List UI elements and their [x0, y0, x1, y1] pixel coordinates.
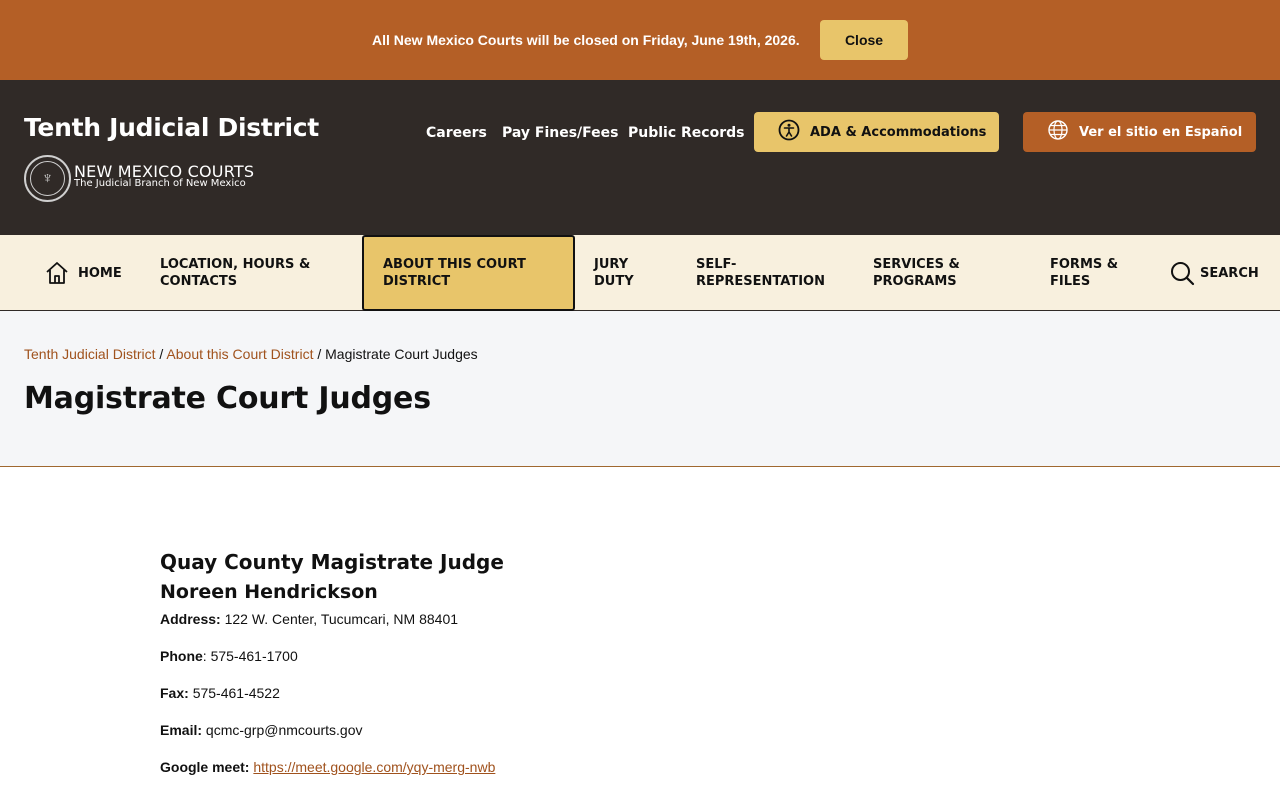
court-seal-logo[interactable]: ♆ — [24, 155, 71, 202]
nav-self-representation[interactable]: SELF-REPRESENTATION — [696, 235, 836, 311]
nav-search-label: SEARCH — [1200, 265, 1259, 281]
google-meet-label: Google meet: — [160, 759, 250, 775]
address-value: 122 W. Center, Tucumcari, NM 88401 — [224, 611, 459, 627]
nav-about-court-district[interactable]: ABOUT THIS COURT DISTRICT — [362, 235, 575, 311]
breadcrumb-current: Magistrate Court Judges — [325, 346, 478, 362]
judge-name: Noreen Hendrickson — [160, 581, 378, 603]
email-value: qcmc-grp@nmcourts.gov — [205, 722, 363, 738]
site-title[interactable]: Tenth Judicial District — [24, 113, 319, 142]
nav-home-label: HOME — [78, 265, 122, 281]
spanish-button-label: Ver el sitio en Español — [1079, 124, 1243, 140]
brand-tagline: The Judicial Branch of New Mexico — [74, 178, 246, 189]
ada-accommodations-button[interactable]: ADA & Accommodations — [754, 112, 999, 152]
email-row: Email: qcmc-grp@nmcourts.gov — [160, 722, 1060, 759]
globe-icon — [1047, 119, 1069, 146]
google-meet-link[interactable]: https://meet.google.com/yqy-merg-nwb — [253, 759, 495, 775]
google-meet-row: Google meet: https://meet.google.com/yqy… — [160, 759, 1060, 796]
nav-jury-duty[interactable]: JURY DUTY — [594, 235, 664, 311]
nav-location-hours-contacts[interactable]: LOCATION, HOURS & CONTACTS — [160, 235, 340, 311]
nav-search[interactable]: SEARCH — [1170, 235, 1259, 311]
phone-value: 575-461-1700 — [210, 648, 298, 664]
nav-forms-files[interactable]: FORMS & FILES — [1050, 235, 1145, 311]
accessibility-icon — [778, 119, 800, 146]
email-label: Email: — [160, 722, 203, 738]
public-records-link[interactable]: Public Records — [628, 125, 744, 141]
page-title: Magistrate Court Judges — [24, 381, 431, 416]
home-icon — [44, 260, 70, 286]
spanish-site-button[interactable]: Ver el sitio en Español — [1023, 112, 1256, 152]
site-header: Tenth Judicial District ♆ NEW MEXICO COU… — [0, 80, 1280, 235]
county-heading: Quay County Magistrate Judge — [160, 550, 504, 574]
nav-home[interactable]: HOME — [44, 235, 122, 311]
phone-row: Phone: 575-461-1700 — [160, 648, 298, 664]
pay-fines-link[interactable]: Pay Fines/Fees — [502, 125, 619, 141]
main-navigation: HOME LOCATION, HOURS & CONTACTS ABOUT TH… — [0, 235, 1280, 311]
breadcrumb-home-link[interactable]: Tenth Judicial District — [24, 346, 156, 362]
search-icon — [1170, 261, 1195, 286]
breadcrumb: Tenth Judicial District / About this Cou… — [24, 346, 478, 362]
breadcrumb-separator: / — [317, 346, 326, 362]
fax-value: 575-461-4522 — [192, 685, 280, 701]
judge-info-section: Quay County Magistrate Judge Noreen Hend… — [160, 550, 1060, 796]
seal-figure-icon: ♆ — [30, 161, 65, 196]
nav-services-programs[interactable]: SERVICES & PROGRAMS — [873, 235, 1003, 311]
address-row: Address: 122 W. Center, Tucumcari, NM 88… — [160, 611, 1060, 648]
fax-row: Fax: 575-461-4522 — [160, 685, 1060, 722]
phone-label: Phone — [160, 648, 203, 664]
fax-label: Fax: — [160, 685, 189, 701]
alert-banner: All New Mexico Courts will be closed on … — [0, 0, 1280, 80]
alert-close-button[interactable]: Close — [820, 20, 908, 60]
breadcrumb-about-link[interactable]: About this Court District — [166, 346, 313, 362]
page-header: Tenth Judicial District / About this Cou… — [0, 311, 1280, 467]
alert-message: All New Mexico Courts will be closed on … — [372, 32, 800, 48]
ada-button-label: ADA & Accommodations — [810, 124, 987, 140]
address-label: Address: — [160, 611, 221, 627]
careers-link[interactable]: Careers — [426, 125, 487, 141]
